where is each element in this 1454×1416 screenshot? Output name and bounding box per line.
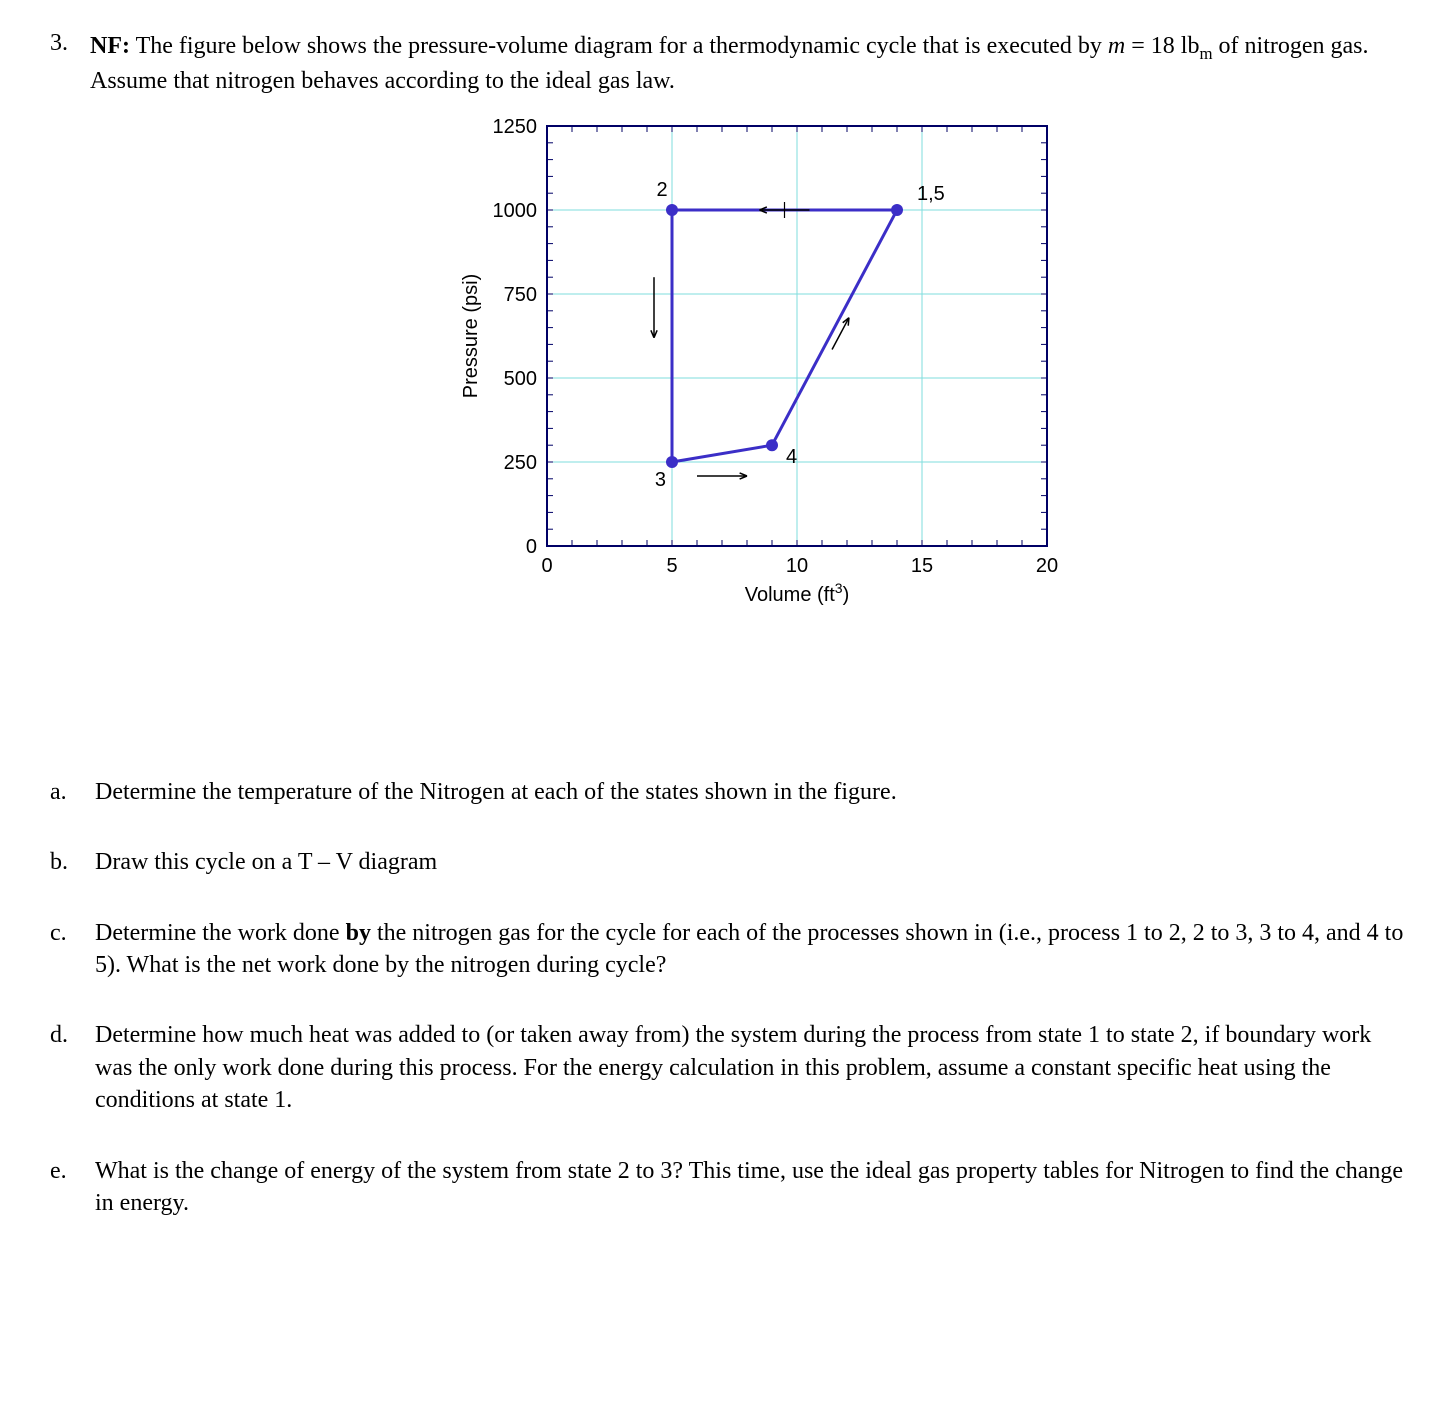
- svg-text:1000: 1000: [493, 200, 538, 222]
- mass-value: 18 lb: [1151, 33, 1200, 59]
- question-b-text: Draw this cycle on a T – V diagram: [95, 846, 437, 878]
- question-c: c. Determine the work done by the nitrog…: [50, 917, 1404, 982]
- svg-text:Pressure (psi): Pressure (psi): [460, 274, 482, 398]
- question-list: a. Determine the temperature of the Nitr…: [50, 776, 1404, 1220]
- question-b: b. Draw this cycle on a T – V diagram: [50, 846, 1404, 878]
- question-a-label: a.: [50, 776, 95, 808]
- question-a-text: Determine the temperature of the Nitroge…: [95, 776, 897, 808]
- question-e-label: e.: [50, 1155, 95, 1220]
- question-d-label: d.: [50, 1019, 95, 1116]
- pv-chart-svg: 0 5 10 15 20 0 250 500 750 1000 1250 Volume (ft3) Pr…: [427, 106, 1067, 626]
- svg-text:10: 10: [786, 555, 808, 577]
- question-c-text-1: Determine the work done: [95, 920, 346, 946]
- question-a: a. Determine the temperature of the Nitr…: [50, 776, 1404, 808]
- svg-text:15: 15: [911, 555, 933, 577]
- question-c-bold: by: [346, 920, 371, 946]
- question-b-label: b.: [50, 846, 95, 878]
- svg-text:750: 750: [504, 284, 537, 306]
- svg-text:Volume (ft3): Volume (ft3): [745, 580, 850, 606]
- svg-text:4: 4: [786, 446, 797, 468]
- question-d: d. Determine how much heat was added to …: [50, 1019, 1404, 1116]
- svg-text:500: 500: [504, 368, 537, 390]
- mass-variable: m: [1108, 33, 1125, 59]
- question-c-text: Determine the work done by the nitrogen …: [95, 917, 1404, 982]
- equals: =: [1125, 33, 1151, 59]
- statement-part1: The figure below shows the pressure-volu…: [136, 33, 1108, 59]
- svg-text:0: 0: [541, 555, 552, 577]
- problem-number: 3.: [50, 30, 90, 57]
- question-e-text: What is the change of energy of the syst…: [95, 1155, 1404, 1220]
- svg-text:1,5: 1,5: [917, 183, 945, 205]
- svg-text:250: 250: [504, 452, 537, 474]
- problem-prefix: NF:: [90, 33, 130, 59]
- svg-text:3: 3: [655, 469, 666, 491]
- problem-statement: NF: The figure below shows the pressure-…: [90, 30, 1404, 98]
- question-c-label: c.: [50, 917, 95, 982]
- problem-header: 3. NF: The figure below shows the pressu…: [50, 30, 1404, 676]
- pv-diagram: 0 5 10 15 20 0 250 500 750 1000 1250 Volume (ft3) Pr…: [90, 106, 1404, 626]
- svg-text:0: 0: [526, 536, 537, 558]
- svg-text:20: 20: [1036, 555, 1058, 577]
- problem-content: NF: The figure below shows the pressure-…: [90, 30, 1404, 676]
- question-e: e. What is the change of energy of the s…: [50, 1155, 1404, 1220]
- svg-text:2: 2: [656, 179, 667, 201]
- question-d-text: Determine how much heat was added to (or…: [95, 1019, 1404, 1116]
- mass-unit-sub: m: [1199, 44, 1212, 63]
- svg-text:1250: 1250: [493, 116, 538, 138]
- svg-text:5: 5: [666, 555, 677, 577]
